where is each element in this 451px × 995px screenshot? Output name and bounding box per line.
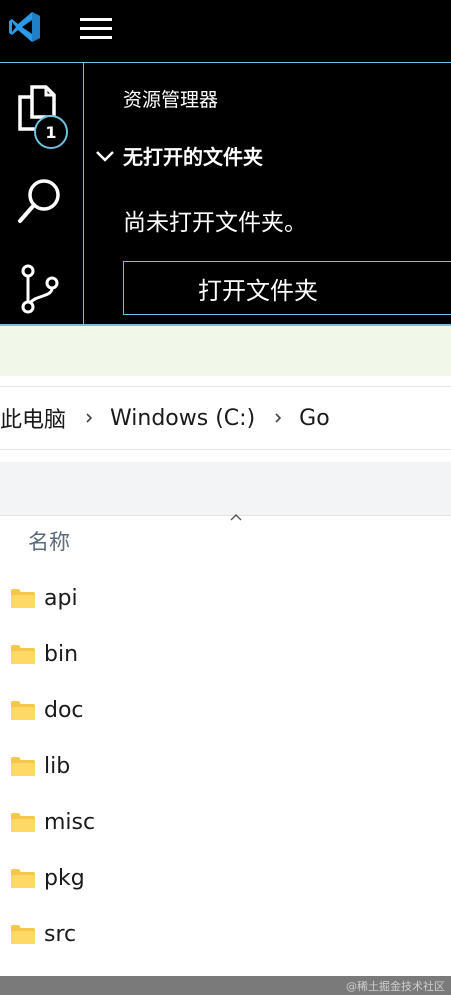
folder-icon	[11, 757, 35, 776]
explorer-sidebar: 资源管理器 无打开的文件夹 尚未打开文件夹。 打开文件夹	[85, 63, 451, 325]
folder-icon	[11, 869, 35, 888]
folder-icon	[11, 813, 35, 832]
chevron-right-icon	[86, 413, 93, 423]
open-folder-button[interactable]: 打开文件夹	[123, 261, 451, 315]
bottom-bar: @稀土掘金技术社区	[0, 976, 451, 995]
file-list: api bin doc lib misc pkg src	[0, 572, 451, 964]
breadcrumb-this-pc[interactable]: 此电脑	[0, 402, 66, 434]
activity-bar: 1	[0, 63, 84, 325]
search-icon[interactable]	[12, 173, 68, 229]
vscode-titlebar	[0, 0, 451, 62]
explorer-toolbar	[0, 462, 451, 516]
list-item[interactable]: doc	[0, 684, 451, 740]
list-item[interactable]: pkg	[0, 852, 451, 908]
list-item[interactable]: lib	[0, 740, 451, 796]
chevron-right-icon	[275, 413, 282, 423]
breadcrumb-go[interactable]: Go	[299, 406, 330, 431]
list-item[interactable]: bin	[0, 628, 451, 684]
file-name: api	[44, 586, 78, 611]
explorer-header-strip	[0, 326, 451, 376]
file-name: pkg	[44, 866, 85, 891]
file-name: doc	[44, 698, 84, 723]
file-name: src	[44, 922, 77, 947]
breadcrumb: 此电脑 Windows (C:) Go	[0, 386, 451, 450]
folder-icon	[11, 589, 35, 608]
explorer-badge: 1	[34, 115, 68, 149]
folder-icon	[11, 645, 35, 664]
list-item[interactable]: misc	[0, 796, 451, 852]
chevron-down-icon	[96, 150, 114, 162]
vscode-logo-icon	[9, 12, 40, 42]
folder-icon	[11, 701, 35, 720]
file-name: misc	[44, 810, 96, 835]
no-folder-message: 尚未打开文件夹。	[123, 210, 307, 236]
source-control-icon[interactable]	[12, 259, 68, 315]
list-item[interactable]: api	[0, 572, 451, 628]
file-name: bin	[44, 642, 79, 667]
list-item[interactable]: src	[0, 908, 451, 964]
breadcrumb-windows-c[interactable]: Windows (C:)	[110, 406, 255, 431]
sidebar-title: 资源管理器	[123, 89, 219, 111]
vscode-workbench: 1 资源管理器 无打开的文件夹 尚未打开文件夹。 打开文件夹	[0, 62, 451, 326]
folder-icon	[11, 925, 35, 944]
file-name: lib	[44, 754, 71, 779]
watermark: @稀土掘金技术社区	[346, 980, 445, 993]
menu-hamburger-icon[interactable]	[80, 18, 112, 40]
no-folder-section-header[interactable]: 无打开的文件夹	[93, 141, 263, 170]
column-header-name[interactable]: 名称	[28, 526, 70, 556]
sort-ascending-icon	[230, 514, 242, 521]
section-label: 无打开的文件夹	[123, 145, 263, 169]
